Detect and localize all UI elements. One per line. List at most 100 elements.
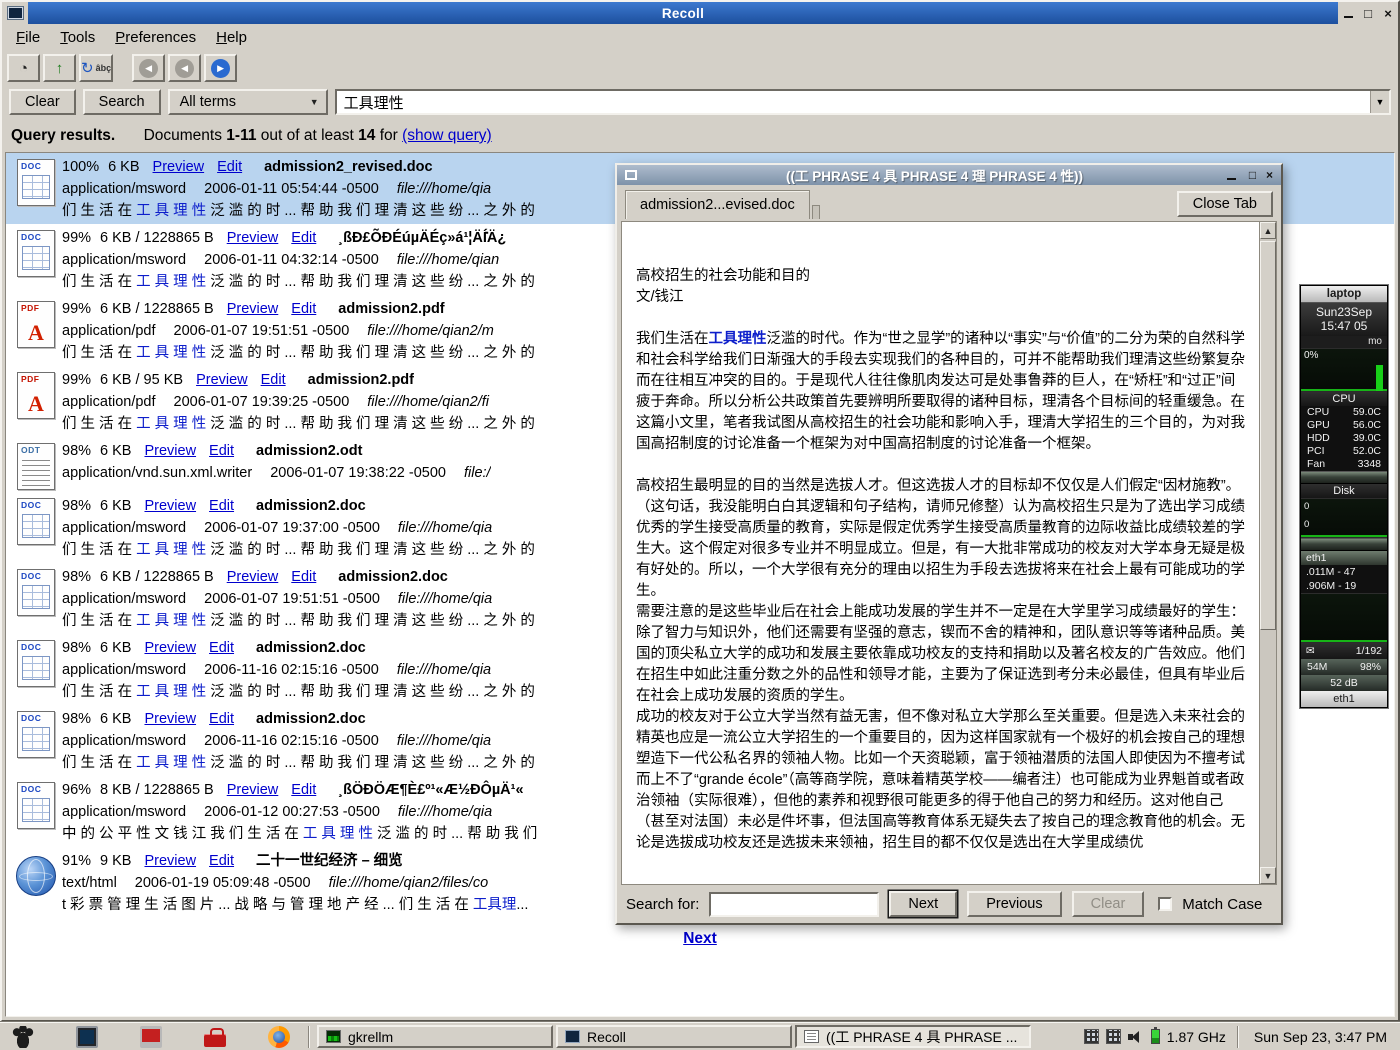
preview-link[interactable]: Preview [227, 782, 279, 798]
edit-link[interactable]: Edit [209, 711, 234, 727]
result-size: 6 KB [100, 711, 131, 727]
preview-link[interactable]: Preview [144, 640, 196, 656]
doc-file-icon: DOC [10, 156, 62, 222]
find-next-button[interactable]: Next [889, 891, 957, 917]
result-url: file:///home/qian2/m [367, 323, 494, 339]
scrollbar-track[interactable] [1260, 239, 1276, 867]
close-tab-button[interactable]: Close Tab [1177, 191, 1273, 217]
result-snippet: 们 生 活 在 工 具 理 性 泛 滥 的 时 ... 帮 助 我 们 理 清 … [62, 200, 535, 222]
maximize-icon[interactable]: □ [1358, 3, 1378, 23]
preview-link[interactable]: Preview [144, 711, 196, 727]
edit-link[interactable]: Edit [261, 372, 286, 388]
advanced-search-button[interactable]: ↑ [43, 54, 76, 82]
find-clear-button[interactable]: Clear [1072, 891, 1145, 917]
gkrellm-task-icon [326, 1030, 341, 1043]
query-dropdown-icon[interactable]: ▼ [1370, 91, 1389, 113]
terminal-launcher-icon [76, 1026, 98, 1048]
next-page-link[interactable]: Next [683, 930, 717, 947]
cpu-frequency: 1.87 GHz [1167, 1029, 1226, 1045]
preview-link[interactable]: Preview [153, 159, 205, 175]
menu-preferences[interactable]: Preferences [105, 26, 206, 49]
keyboard-grid-icon[interactable] [1084, 1029, 1099, 1044]
search-button[interactable]: Search [83, 89, 161, 115]
mail-count: 1/192 [1356, 645, 1382, 657]
menu-help[interactable]: Help [206, 26, 257, 49]
firefox-launcher[interactable] [267, 1025, 291, 1049]
match-case-checkbox[interactable] [1158, 897, 1172, 911]
gkrellm-cpu-chart: 0% [1301, 348, 1387, 392]
battery-icon[interactable] [1151, 1029, 1160, 1044]
terminal-launcher[interactable] [75, 1025, 99, 1049]
result-size: 6 KB [108, 159, 139, 175]
preview-link[interactable]: Preview [144, 853, 196, 869]
screen-launcher[interactable] [139, 1025, 163, 1049]
edit-link[interactable]: Edit [291, 230, 316, 246]
sort-params-button[interactable]: ↻âbç [79, 54, 113, 82]
result-mime: application/msword [62, 181, 186, 197]
volume-icon[interactable] [1128, 1030, 1144, 1044]
preview-tab[interactable]: admission2...evised.doc [625, 190, 810, 219]
result-filename: admission2.pdf [338, 301, 444, 317]
gkrellm-time: 15:47 05 [1301, 319, 1387, 333]
edit-link[interactable]: Edit [291, 569, 316, 585]
gkrellm-window[interactable]: laptop Sun23Sep 15:47 05 mo 0% CPU CPU59… [1300, 285, 1388, 708]
preview-link[interactable]: Preview [196, 372, 248, 388]
preview-titlebar[interactable]: ((工 PHRASE 4 具 PHRASE 4 理 PHRASE 4 性)) □… [617, 165, 1281, 185]
close-icon[interactable]: × [1378, 3, 1398, 23]
recoll-titlebar[interactable]: Recoll □ × [2, 2, 1398, 24]
layout-grid-icon[interactable] [1106, 1029, 1121, 1044]
result-url: file:///home/qian [397, 252, 499, 268]
menu-file[interactable]: File [6, 26, 50, 49]
find-input[interactable] [709, 892, 879, 917]
task-button[interactable]: gkrellm [317, 1025, 553, 1048]
gkrellm-hostname: laptop [1301, 286, 1387, 303]
result-mime: application/msword [62, 733, 186, 749]
edit-link[interactable]: Edit [291, 301, 316, 317]
preview-scrollbar[interactable]: ▲ ▼ [1259, 222, 1276, 884]
task-button[interactable]: ((工 PHRASE 4 具 PHRASE ... [795, 1025, 1031, 1048]
preview-maximize-icon[interactable]: □ [1244, 168, 1261, 182]
search-mode-select[interactable]: All terms ▼ [168, 89, 328, 115]
edit-link[interactable]: Edit [291, 782, 316, 798]
edit-link[interactable]: Edit [209, 853, 234, 869]
scroll-down-icon[interactable]: ▼ [1260, 867, 1276, 884]
edit-link[interactable]: Edit [217, 159, 242, 175]
edit-link[interactable]: Edit [209, 443, 234, 459]
query-input[interactable] [337, 91, 1370, 113]
doc-file-icon: DOC [10, 495, 62, 561]
preview-link[interactable]: Preview [227, 230, 279, 246]
task-button[interactable]: Recoll [556, 1025, 792, 1048]
edit-link[interactable]: Edit [209, 640, 234, 656]
preview-link[interactable]: Preview [144, 443, 196, 459]
preview-link[interactable]: Preview [144, 498, 196, 514]
result-line2: application/msword2006-01-11 04:32:14 -0… [62, 249, 535, 271]
show-query-link[interactable]: (show query) [402, 127, 492, 144]
gkrellm-cpu-label: CPU [1301, 392, 1387, 406]
footprint-launcher[interactable] [11, 1025, 35, 1049]
result-line2: application/msword2006-11-16 02:15:16 -0… [62, 659, 535, 681]
result-url: file:///home/qia [398, 591, 492, 607]
toolbox-launcher[interactable] [203, 1025, 227, 1049]
preview-text[interactable]: 高校招生的社会功能和目的文/钱江我们生活在工具理性泛滥的时代。作为“世之显学”的… [622, 222, 1259, 884]
doc-history-button[interactable]: ◔ [7, 54, 40, 82]
menu-tools[interactable]: Tools [50, 26, 105, 49]
next-page-button[interactable]: ▶ [204, 54, 237, 82]
result-date: 2006-01-07 19:51:51 -0500 [174, 323, 350, 339]
preview-close-icon[interactable]: × [1261, 168, 1278, 182]
gkrellm-clock: Sun23Sep 15:47 05 [1301, 303, 1387, 336]
result-line1: 100%6 KBPreviewEditadmission2_revised.do… [62, 156, 535, 178]
preview-paragraph: 成功的校友对于公立大学当然有益无害，但不像对私立大学那么至关重要。但是选入未来社… [636, 707, 1249, 854]
preview-link[interactable]: Preview [227, 301, 279, 317]
preview-minimize-icon[interactable] [1227, 171, 1244, 180]
window-menu-icon[interactable] [2, 2, 28, 24]
net-total: .906M - 19 [1301, 579, 1387, 593]
clear-button[interactable]: Clear [9, 89, 76, 115]
find-previous-button[interactable]: Previous [967, 891, 1061, 917]
scroll-up-icon[interactable]: ▲ [1260, 222, 1276, 239]
minimize-icon[interactable] [1338, 3, 1358, 23]
scrollbar-thumb[interactable] [1260, 241, 1276, 630]
result-body: 98%6 KBPreviewEditadmission2.docapplicat… [62, 495, 535, 561]
result-url: file:///home/qian2/files/co [329, 875, 489, 891]
edit-link[interactable]: Edit [209, 498, 234, 514]
preview-link[interactable]: Preview [227, 569, 279, 585]
